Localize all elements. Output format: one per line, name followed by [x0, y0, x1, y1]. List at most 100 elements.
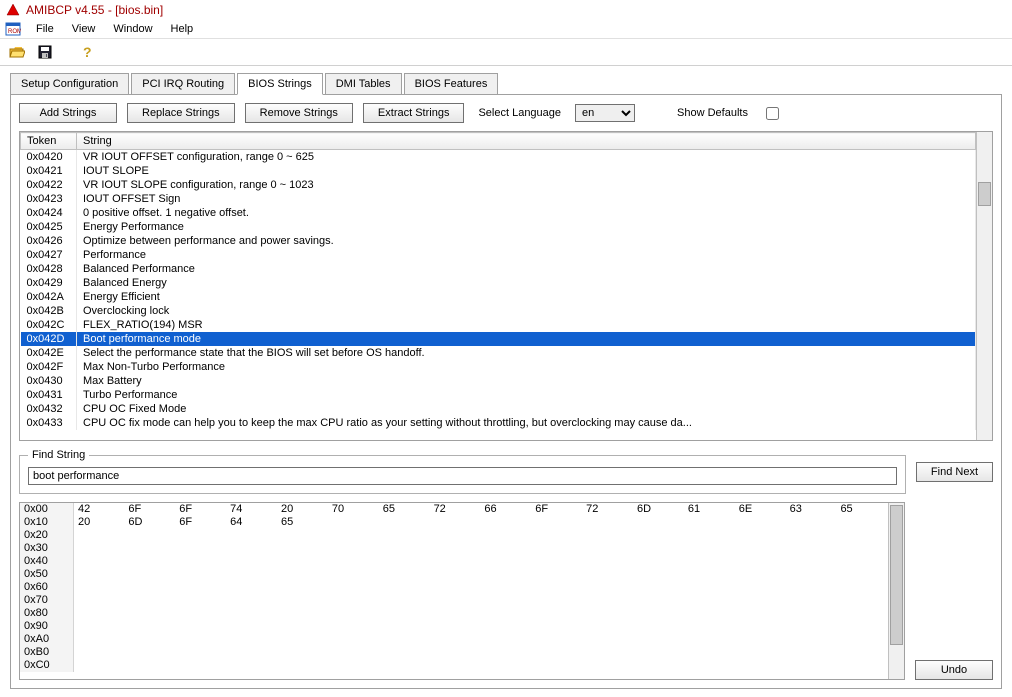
col-token[interactable]: Token — [21, 133, 77, 150]
hex-byte[interactable] — [684, 555, 735, 568]
hex-byte[interactable] — [836, 620, 887, 633]
hex-byte[interactable] — [684, 516, 735, 529]
hex-byte[interactable] — [836, 516, 887, 529]
hex-byte[interactable] — [582, 568, 633, 581]
hex-byte[interactable] — [735, 529, 786, 542]
hex-byte[interactable] — [633, 594, 684, 607]
hex-byte[interactable] — [277, 646, 328, 659]
hex-byte[interactable] — [582, 607, 633, 620]
hex-byte[interactable]: 66 — [480, 503, 531, 516]
hex-byte[interactable] — [328, 581, 379, 594]
hex-byte[interactable] — [328, 529, 379, 542]
col-string[interactable]: String — [77, 133, 976, 150]
hex-byte[interactable] — [582, 633, 633, 646]
menu-view[interactable]: View — [64, 21, 104, 37]
hex-byte[interactable] — [836, 646, 887, 659]
hex-byte[interactable] — [379, 516, 430, 529]
hex-byte[interactable] — [531, 555, 582, 568]
hex-byte[interactable] — [379, 594, 430, 607]
hex-byte[interactable] — [74, 542, 125, 555]
hex-byte[interactable]: 6D — [124, 516, 175, 529]
hex-byte[interactable] — [735, 659, 786, 672]
hex-row-line[interactable]: 0x30 — [20, 542, 888, 555]
hex-byte[interactable] — [226, 594, 277, 607]
hex-byte[interactable] — [684, 633, 735, 646]
hex-byte[interactable] — [430, 542, 481, 555]
hex-byte[interactable]: 6F — [124, 503, 175, 516]
hex-byte[interactable] — [379, 568, 430, 581]
language-select[interactable]: en — [575, 104, 635, 122]
menu-window[interactable]: Window — [105, 21, 160, 37]
hex-byte[interactable] — [684, 594, 735, 607]
hex-byte[interactable] — [379, 542, 430, 555]
hex-byte[interactable] — [328, 607, 379, 620]
hex-grid[interactable]: 0x00426F6F7420706572666F726D616E63650x10… — [20, 503, 888, 679]
hex-byte[interactable] — [328, 646, 379, 659]
hex-byte[interactable] — [480, 568, 531, 581]
hex-byte[interactable] — [531, 646, 582, 659]
hex-byte[interactable]: 65 — [379, 503, 430, 516]
hex-byte[interactable] — [74, 646, 125, 659]
hex-byte[interactable] — [328, 516, 379, 529]
table-row[interactable]: 0x042ESelect the performance state that … — [21, 346, 976, 360]
hex-byte[interactable] — [430, 659, 481, 672]
hex-byte[interactable]: 6F — [175, 516, 226, 529]
hex-byte[interactable] — [684, 529, 735, 542]
hex-byte[interactable] — [735, 542, 786, 555]
table-row[interactable]: 0x0420VR IOUT OFFSET configuration, rang… — [21, 150, 976, 165]
hex-byte[interactable] — [175, 620, 226, 633]
hex-row-line[interactable]: 0xA0 — [20, 633, 888, 646]
hex-byte[interactable] — [277, 568, 328, 581]
open-button[interactable] — [6, 42, 28, 62]
hex-byte[interactable]: 65 — [277, 516, 328, 529]
hex-byte[interactable] — [430, 516, 481, 529]
hex-byte[interactable] — [430, 594, 481, 607]
hex-scrollbar[interactable] — [888, 503, 904, 679]
hex-byte[interactable] — [379, 529, 430, 542]
hex-byte[interactable]: 63 — [786, 503, 837, 516]
table-row[interactable]: 0x042FMax Non-Turbo Performance — [21, 360, 976, 374]
hex-byte[interactable] — [226, 581, 277, 594]
table-row[interactable]: 0x042DBoot performance mode — [21, 332, 976, 346]
scrollbar-thumb[interactable] — [978, 182, 991, 206]
hex-row-line[interactable]: 0x10206D6F6465 — [20, 516, 888, 529]
hex-byte[interactable] — [226, 659, 277, 672]
hex-row-line[interactable]: 0xC0 — [20, 659, 888, 672]
hex-byte[interactable] — [74, 620, 125, 633]
tab-setup-configuration[interactable]: Setup Configuration — [10, 73, 129, 94]
hex-byte[interactable] — [582, 620, 633, 633]
hex-byte[interactable] — [735, 620, 786, 633]
hex-byte[interactable] — [684, 607, 735, 620]
hex-byte[interactable] — [480, 555, 531, 568]
hex-byte[interactable] — [277, 659, 328, 672]
find-next-button[interactable]: Find Next — [916, 462, 993, 482]
hex-byte[interactable] — [430, 633, 481, 646]
table-row[interactable]: 0x0421IOUT SLOPE — [21, 164, 976, 178]
hex-byte[interactable] — [633, 607, 684, 620]
hex-byte[interactable] — [226, 646, 277, 659]
hex-byte[interactable] — [633, 529, 684, 542]
table-row[interactable]: 0x0429Balanced Energy — [21, 276, 976, 290]
hex-byte[interactable] — [684, 659, 735, 672]
hex-byte[interactable] — [582, 659, 633, 672]
hex-byte[interactable] — [836, 633, 887, 646]
table-row[interactable]: 0x0433CPU OC fix mode can help you to ke… — [21, 416, 976, 430]
hex-byte[interactable] — [277, 607, 328, 620]
table-row[interactable]: 0x042AEnergy Efficient — [21, 290, 976, 304]
hex-byte[interactable] — [379, 581, 430, 594]
hex-row-line[interactable]: 0x50 — [20, 568, 888, 581]
hex-byte[interactable] — [582, 594, 633, 607]
hex-byte[interactable] — [480, 581, 531, 594]
hex-row-line[interactable]: 0x90 — [20, 620, 888, 633]
table-row[interactable]: 0x04240 positive offset. 1 negative offs… — [21, 206, 976, 220]
tab-pci-irq-routing[interactable]: PCI IRQ Routing — [131, 73, 235, 94]
hex-byte[interactable] — [430, 620, 481, 633]
hex-byte[interactable]: 42 — [74, 503, 125, 516]
hex-byte[interactable]: 70 — [328, 503, 379, 516]
hex-byte[interactable] — [175, 633, 226, 646]
hex-byte[interactable] — [633, 568, 684, 581]
hex-byte[interactable] — [124, 659, 175, 672]
hex-byte[interactable] — [735, 594, 786, 607]
menu-file[interactable]: File — [28, 21, 62, 37]
table-row[interactable]: 0x0426Optimize between performance and p… — [21, 234, 976, 248]
